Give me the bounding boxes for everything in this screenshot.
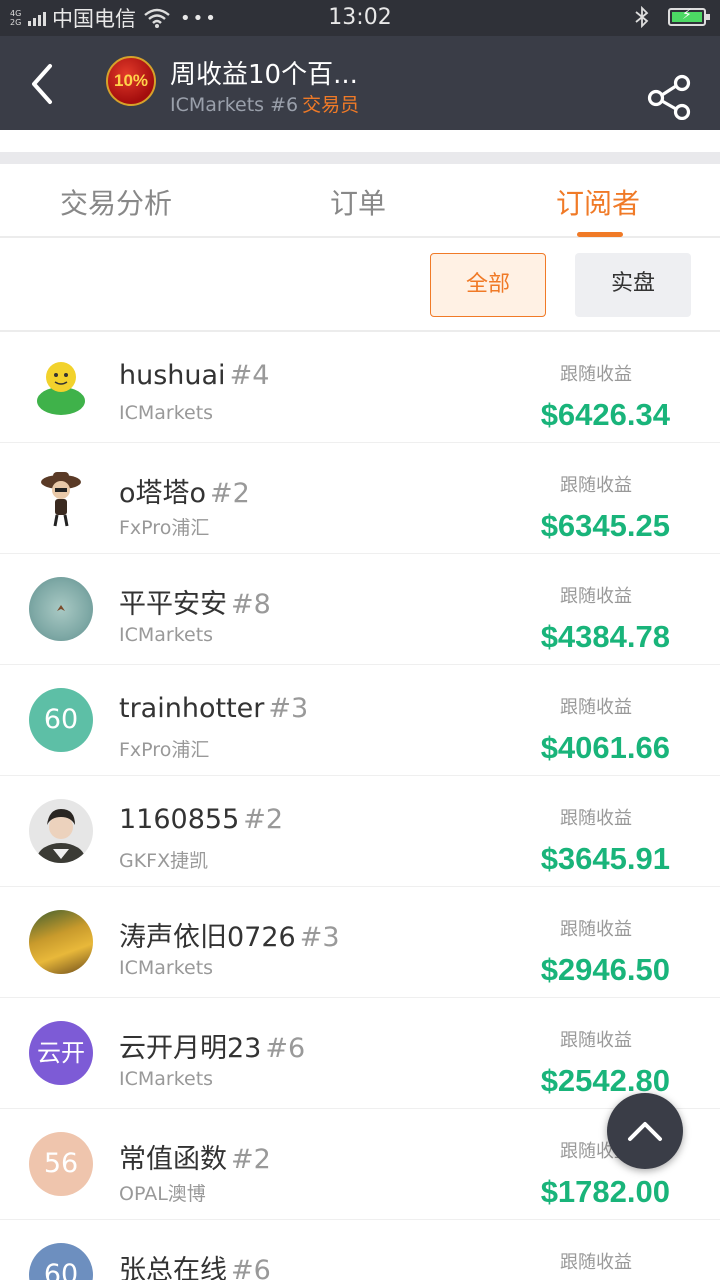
subscriber-name: 平平安安 #8: [119, 589, 271, 620]
tab-orders[interactable]: 订单: [330, 182, 386, 222]
list-item[interactable]: 涛声依旧0726 #3 ICMarkets 跟随收益 $2946.50: [0, 887, 720, 998]
back-button[interactable]: [22, 60, 66, 108]
subscriber-broker: ICMarkets: [119, 402, 214, 424]
follow-profit-amount: $1782.00: [540, 1174, 670, 1209]
list-item[interactable]: 60 trainhotter #3 FxPro浦汇 跟随收益 $4061.66: [0, 665, 720, 776]
photo-avatar: [29, 577, 93, 641]
list-item[interactable]: 平平安安 #8 ICMarkets 跟随收益 $4384.78: [0, 554, 720, 665]
subscriber-name: hushuai #4: [119, 360, 270, 391]
subscriber-name: 常值函数 #2: [119, 1144, 271, 1175]
trader-broker: ICMarkets #6: [170, 94, 299, 116]
subscriber-name: 涛声依旧0726 #3: [119, 922, 340, 953]
chevron-up-icon: [628, 1122, 662, 1141]
subscriber-broker: FxPro浦汇: [119, 517, 210, 539]
list-item[interactable]: hushuai #4 ICMarkets 跟随收益 $6426.34: [0, 332, 720, 443]
follow-profit-amount: $4061.66: [540, 730, 670, 765]
tab-bar: 交易分析 订单 订阅者: [0, 164, 720, 238]
follow-profit-amount: $6426.34: [540, 397, 670, 432]
follow-profit-amount: $2946.50: [540, 952, 670, 987]
list-item[interactable]: 60 张总在线 #6 跟随收益: [0, 1220, 720, 1280]
strategy-avatar: 10%: [106, 56, 156, 106]
subscriber-name: o塔塔o #2: [119, 478, 250, 509]
page-subtitle: ICMarkets #6 交易员: [170, 90, 359, 117]
follow-profit-label: 跟随收益: [560, 697, 632, 718]
follow-profit-label: 跟随收益: [560, 475, 632, 496]
initials-avatar: 60: [29, 1243, 93, 1280]
follow-profit-label: 跟随收益: [560, 1252, 632, 1273]
subscriber-name: 1160855 #2: [119, 804, 284, 835]
chevron-left-icon: [32, 64, 52, 104]
trader-role: 交易员: [302, 94, 360, 116]
list-item[interactable]: o塔塔o #2 FxPro浦汇 跟随收益 $6345.25: [0, 443, 720, 554]
app-header: 10% 周收益10个百... ICMarkets #6 交易员: [0, 36, 720, 130]
subscriber-broker: ICMarkets: [119, 957, 214, 979]
share-icon: [647, 74, 691, 121]
subscriber-broker: GKFX捷凯: [119, 850, 209, 872]
filter-all-button[interactable]: 全部: [430, 253, 546, 317]
section-divider: [0, 152, 720, 164]
scroll-to-top-button[interactable]: [607, 1093, 683, 1169]
autumn-photo-avatar: [29, 910, 93, 974]
clock: 13:02: [328, 5, 392, 30]
follow-profit-label: 跟随收益: [560, 364, 632, 385]
subscriber-broker: FxPro浦汇: [119, 739, 210, 761]
subscriber-broker: OPAL澳博: [119, 1183, 206, 1205]
filter-bar: 全部 实盘: [0, 238, 720, 332]
initials-avatar: 56: [29, 1132, 93, 1196]
list-item[interactable]: 1160855 #2 GKFX捷凯 跟随收益 $3645.91: [0, 776, 720, 887]
follow-profit-label: 跟随收益: [560, 1030, 632, 1051]
subscriber-broker: ICMarkets: [119, 624, 214, 646]
filter-real-button[interactable]: 实盘: [575, 253, 691, 317]
share-button[interactable]: [646, 74, 694, 121]
follow-profit-amount: $4384.78: [540, 619, 670, 654]
tab-trade-analysis[interactable]: 交易分析: [60, 182, 172, 222]
subscriber-name: trainhotter #3: [119, 693, 309, 724]
status-bar: 4G 2G 中国电信 ••• 13:02 ⚡: [0, 0, 720, 36]
subscriber-name: 张总在线 #6: [119, 1255, 271, 1280]
green-cartoon-avatar: [29, 355, 93, 419]
cartoon-figure-avatar: [29, 466, 93, 530]
bluetooth-icon: [634, 5, 650, 33]
person-photo-avatar: [29, 799, 93, 863]
subscriber-name: 云开月明23 #6: [119, 1033, 306, 1064]
follow-profit-label: 跟随收益: [560, 919, 632, 940]
active-tab-indicator: [577, 232, 623, 237]
tab-subscribers[interactable]: 订阅者: [556, 182, 640, 222]
page-title: 周收益10个百...: [170, 60, 358, 90]
initials-avatar: 60: [29, 688, 93, 752]
follow-profit-amount: $6345.25: [540, 508, 670, 543]
subscriber-broker: ICMarkets: [119, 1068, 214, 1090]
battery-charging-icon: ⚡: [668, 7, 710, 26]
initials-avatar: 云开: [29, 1021, 93, 1085]
follow-profit-label: 跟随收益: [560, 586, 632, 607]
follow-profit-label: 跟随收益: [560, 808, 632, 829]
follow-profit-amount: $3645.91: [540, 841, 670, 876]
list-item[interactable]: 云开 云开月明23 #6 ICMarkets 跟随收益 $2542.80: [0, 998, 720, 1109]
